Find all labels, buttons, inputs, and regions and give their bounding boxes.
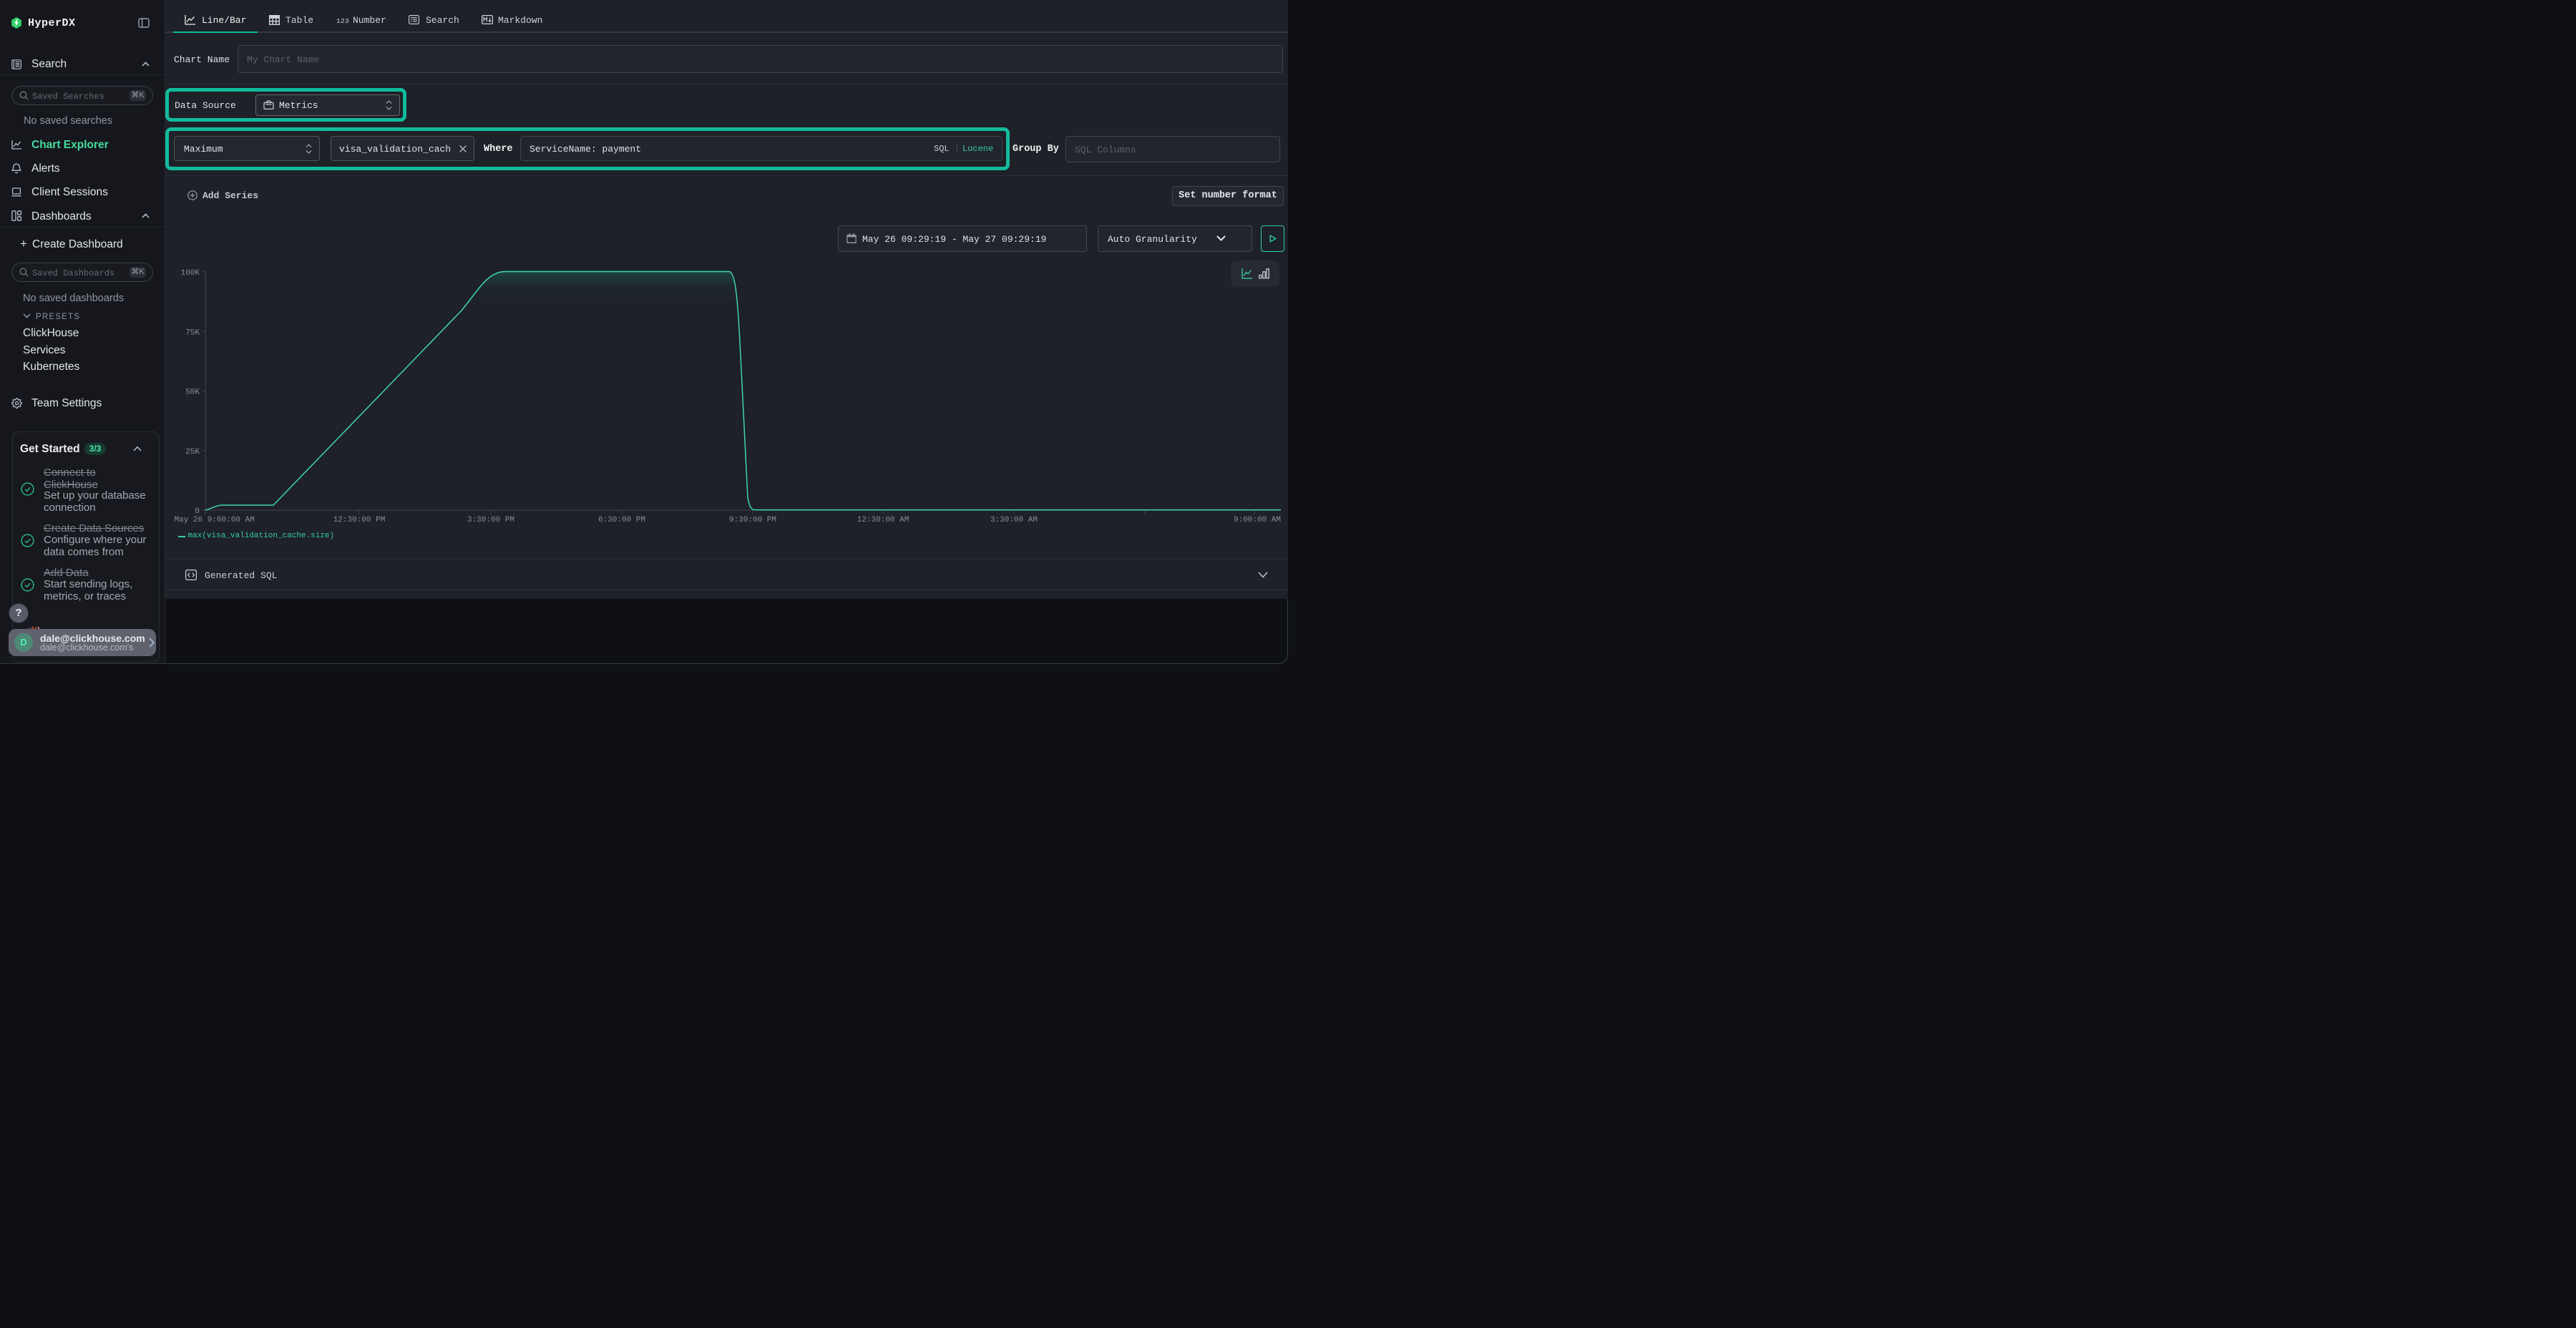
svg-text:50K: 50K: [185, 389, 200, 397]
svg-text:12:30:00 AM: 12:30:00 AM: [857, 516, 909, 524]
svg-text:6:30:00 PM: 6:30:00 PM: [598, 516, 645, 524]
svg-text:12:30:00 PM: 12:30:00 PM: [333, 516, 386, 524]
svg-text:May 26 9:00:00 AM: May 26 9:00:00 AM: [175, 516, 255, 524]
svg-text:9:30:00 PM: 9:30:00 PM: [729, 516, 776, 524]
svg-text:3:30:00 AM: 3:30:00 AM: [990, 516, 1038, 524]
svg-text:100K: 100K: [181, 269, 200, 278]
svg-text:25K: 25K: [185, 448, 200, 456]
svg-text:0: 0: [195, 507, 200, 516]
svg-text:3:30:00 PM: 3:30:00 PM: [467, 516, 514, 524]
svg-text:75K: 75K: [185, 328, 200, 337]
svg-text:9:00:00 AM: 9:00:00 AM: [1234, 516, 1281, 524]
